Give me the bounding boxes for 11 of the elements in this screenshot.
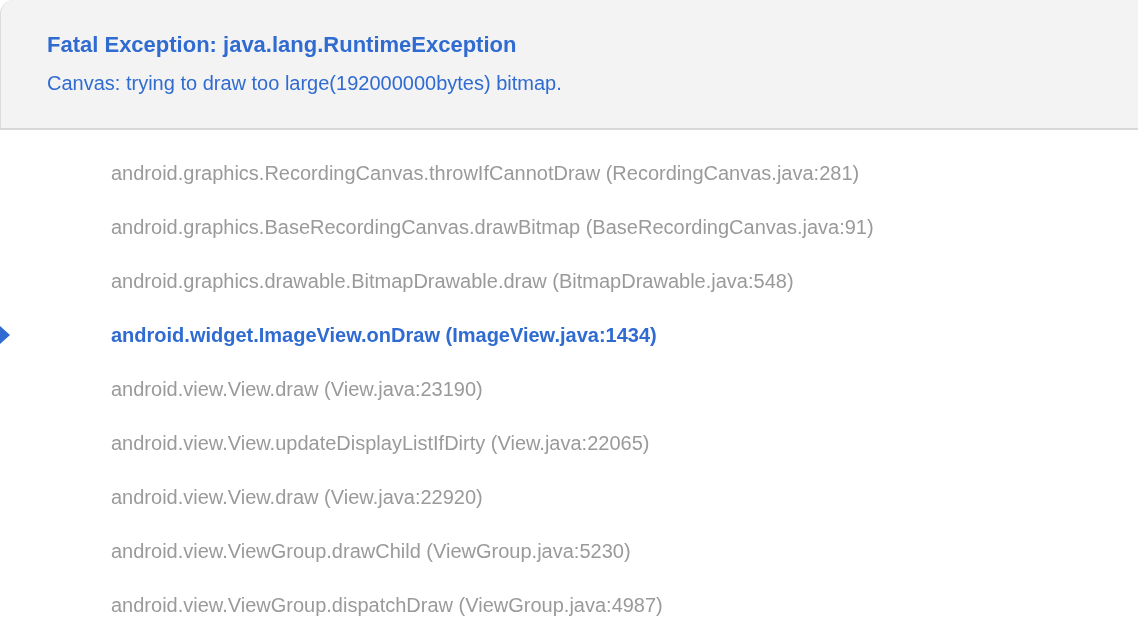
stack-frame[interactable]: android.view.ViewGroup.drawChild (ViewGroup.java:5230) [111, 539, 631, 563]
stack-frame[interactable]: android.view.View.draw (View.java:23190) [111, 377, 483, 401]
stack-frame[interactable]: android.graphics.drawable.BitmapDrawable.draw (BitmapDrawable.java:548) [111, 269, 794, 293]
exception-title: Fatal Exception: java.lang.RuntimeException [47, 31, 518, 59]
stack-frame[interactable]: android.graphics.BaseRecordingCanvas.drawBitmap (BaseRecordingCanvas.java:91) [111, 215, 874, 239]
stack-frame[interactable]: android.view.ViewGroup.dispatchDraw (ViewGroup.java:4987) [111, 593, 663, 617]
stack-frame[interactable]: android.view.View.updateDisplayListIfDirty (View.java:22065) [111, 431, 650, 455]
exception-message: Canvas: trying to draw too large(192000000bytes) bitmap. [47, 71, 563, 96]
stack-frame[interactable]: android.view.View.draw (View.java:22920) [111, 485, 483, 509]
stack-frame[interactable]: android.graphics.RecordingCanvas.throwIfCannotDraw (RecordingCanvas.java:281) [111, 161, 860, 185]
stack-frame[interactable]: android.widget.ImageView.onDraw (ImageView.java:1434) [111, 323, 657, 347]
